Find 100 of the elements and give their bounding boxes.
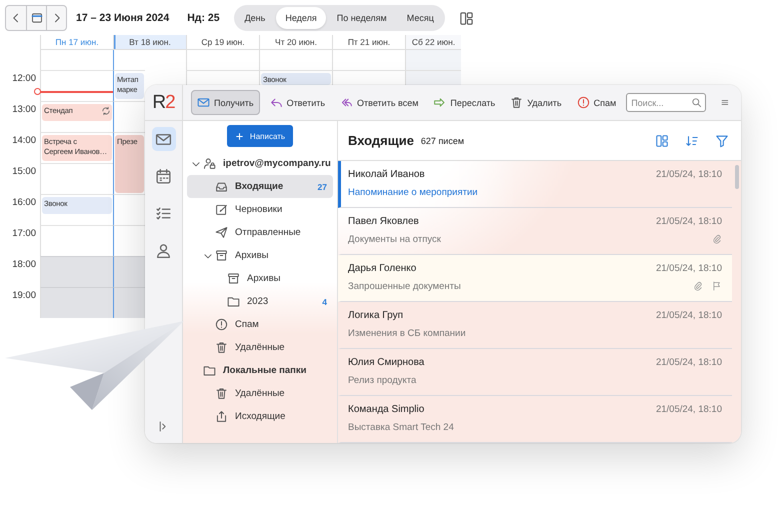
view-tab[interactable]: День — [236, 7, 274, 29]
time-slot[interactable] — [113, 256, 145, 287]
folder-item[interactable]: ipetrov@mycompany.ru — [187, 152, 333, 175]
message-subject: Релиз продукта — [348, 374, 416, 386]
calendar-icon — [30, 12, 42, 24]
sender-name: Команда Simplio — [348, 404, 424, 415]
hour-label: 16:00 — [12, 197, 36, 208]
day-header: Чт 20 июн. — [259, 35, 332, 50]
time-slot[interactable] — [40, 70, 113, 101]
folder-name: Удалённые — [235, 388, 285, 399]
message-row[interactable]: Николай Иванов 21/05/24, 18:10 Напоминание о мероприятии — [338, 161, 732, 208]
hour-label: 19:00 — [12, 290, 36, 301]
plus-icon — [234, 132, 244, 140]
folder-item[interactable]: Отправленные — [187, 221, 333, 244]
message-date: 21/05/24, 18:10 — [656, 357, 722, 368]
folder-item[interactable]: Локальные папки — [187, 359, 333, 382]
trash-icon — [215, 387, 228, 400]
trash-icon — [510, 96, 524, 109]
pencil-icon — [215, 203, 228, 216]
reply-all-icon — [340, 96, 354, 109]
folder-icon — [227, 295, 240, 308]
archive-box-icon — [215, 249, 228, 262]
message-subject: Напоминание о мероприятии — [348, 186, 478, 198]
folder-name: Отправленные — [235, 227, 301, 238]
person-icon — [155, 242, 172, 258]
message-row[interactable]: Логика Груп 21/05/24, 18:10 Изменения в СБ компании — [338, 302, 732, 349]
message-subject: Изменения в СБ компании — [348, 328, 466, 338]
folder-icon — [203, 364, 216, 377]
search-icon — [691, 97, 702, 108]
app-logo: R2 — [152, 92, 175, 114]
message-date: 21/05/24, 18:10 — [656, 310, 722, 321]
recurring-icon — [101, 106, 111, 116]
unread-count: 27 — [318, 182, 327, 192]
mail-tab[interactable] — [152, 127, 176, 151]
sender-name: Логика Груп — [348, 310, 404, 321]
folder-item[interactable]: Архивы — [187, 267, 333, 290]
hour-label: 18:00 — [12, 259, 36, 270]
folder-title: Входящие — [348, 133, 414, 148]
flag-icon — [712, 281, 722, 291]
checklist-icon — [155, 204, 172, 222]
sort-icon[interactable] — [685, 134, 699, 148]
hour-label: 12:00 — [12, 73, 36, 84]
folder-name: Локальные папки — [223, 365, 307, 376]
day-header: Ср 19 июн. — [186, 35, 259, 50]
search-field[interactable]: Поиск... — [626, 93, 706, 112]
view-tab[interactable]: Месяц — [398, 7, 443, 29]
message-date: 21/05/24, 18:10 — [656, 216, 722, 227]
message-date: 21/05/24, 18:10 — [656, 169, 722, 180]
toolbar-button[interactable]: Ответить — [264, 91, 330, 114]
hour-label: 15:00 — [12, 166, 36, 177]
folder-name: ipetrov@mycompany.ru — [223, 158, 331, 169]
folder-item[interactable]: Удалённые — [187, 382, 333, 405]
message-row[interactable]: Команда Simplio 21/05/24, 18:10 Выставка Smart Tech 24 — [338, 396, 732, 443]
toolbar-button[interactable]: Получить — [191, 90, 260, 115]
toolbar-button[interactable]: Переслать — [428, 91, 500, 114]
message-row[interactable]: Юлия Смирнова 21/05/24, 18:10 Релиз продукта — [338, 349, 732, 396]
hour-label: 14:00 — [12, 135, 36, 146]
archive-box-icon — [227, 272, 240, 285]
toolbar-button[interactable]: Удалить — [505, 91, 567, 114]
hour-label: 17:00 — [12, 228, 36, 239]
toolbar-button[interactable]: Спам — [572, 91, 622, 114]
folder-item[interactable]: Спам — [187, 313, 333, 336]
scrollbar-thumb[interactable] — [734, 165, 738, 189]
toolbar-button[interactable]: Ответить всем — [335, 91, 424, 114]
hour-label: 13:00 — [12, 104, 36, 115]
paper-plane-icon — [215, 226, 228, 239]
folder-name: Входящие — [235, 181, 284, 192]
time-slot[interactable] — [113, 287, 145, 318]
folder-item[interactable]: Удалённые — [187, 336, 333, 359]
folder-item[interactable]: Черновики — [187, 198, 333, 221]
alert-icon — [215, 318, 228, 331]
view-tab[interactable]: По неделям — [328, 7, 396, 29]
day-header: Сб 22 июн. — [405, 35, 461, 50]
sender-name: Юлия Смирнова — [348, 357, 424, 368]
filter-icon[interactable] — [715, 134, 729, 148]
folder-item[interactable]: 2023 4 — [187, 290, 333, 313]
view-tab[interactable]: Неделя — [276, 7, 326, 29]
alert-icon — [576, 96, 590, 109]
folder-item[interactable]: Архивы — [187, 244, 333, 267]
message-subject: Запрошенные документы — [348, 280, 461, 292]
layout-icon[interactable] — [655, 134, 669, 148]
paperclip-icon — [693, 281, 703, 291]
folder-name: Спам — [235, 319, 259, 330]
message-date: 21/05/24, 18:10 — [656, 404, 722, 415]
reply-icon — [270, 96, 283, 109]
paperclip-icon — [712, 234, 722, 244]
sender-name: Николай Иванов — [348, 169, 425, 180]
message-row[interactable]: Дарья Голенко 21/05/24, 18:10 Запрошенные документы — [338, 255, 732, 302]
folder-item[interactable]: Исходящие — [187, 405, 333, 428]
folder-name: Черновики — [235, 204, 282, 215]
folder-item[interactable]: Входящие 27 — [187, 175, 333, 198]
receive-icon — [197, 96, 210, 109]
message-subject: Выставка Smart Tech 24 — [348, 422, 454, 432]
folder-name: Исходящие — [235, 411, 286, 422]
day-header: Вт 18 июн. — [113, 35, 186, 50]
layout-icon[interactable] — [458, 10, 474, 26]
upload-icon — [215, 410, 228, 423]
sender-name: Дарья Голенко — [348, 263, 416, 274]
message-date: 21/05/24, 18:10 — [656, 263, 722, 274]
compose-button[interactable]: Написать — [227, 125, 293, 147]
